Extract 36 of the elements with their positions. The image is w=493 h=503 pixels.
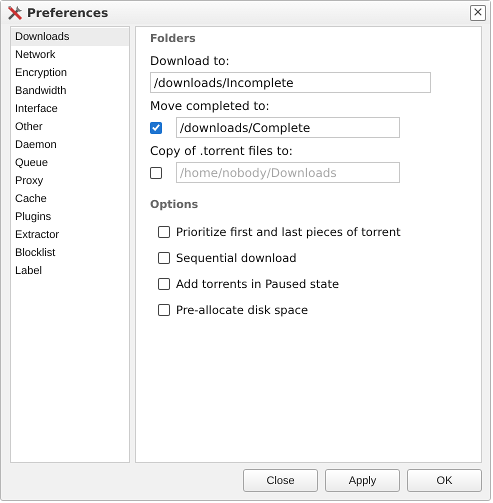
path-field[interactable]: /downloads/Complete <box>176 117 400 138</box>
dialog-button[interactable]: OK <box>407 469 482 492</box>
close-button[interactable]: × <box>470 4 486 20</box>
option-label: Prioritize first and last pieces of torrent <box>176 225 401 239</box>
dialog-button[interactable]: Close <box>243 469 318 492</box>
sidebar-item[interactable]: Plugins <box>11 208 129 226</box>
sidebar-item[interactable]: Daemon <box>11 136 129 154</box>
option-label: Pre-allocate disk space <box>176 303 308 317</box>
field-label: Move completed to: <box>150 99 271 113</box>
checkbox[interactable] <box>158 226 170 238</box>
window-title: Preferences <box>27 6 110 20</box>
sidebar-item[interactable]: Proxy <box>11 172 129 190</box>
sidebar-item[interactable]: Queue <box>11 154 129 172</box>
field-label: Copy of .torrent files to: <box>150 144 294 158</box>
checkbox[interactable] <box>158 252 170 264</box>
sidebar-item[interactable]: Extractor <box>11 226 129 244</box>
section-heading: Folders <box>150 32 197 45</box>
sidebar-item[interactable]: Downloads <box>11 28 129 46</box>
checkbox[interactable] <box>158 304 170 316</box>
sidebar-item[interactable]: Cache <box>11 190 129 208</box>
tools-icon <box>6 4 24 22</box>
path-field[interactable]: /downloads/Incomplete <box>150 72 431 93</box>
field-label: Download to: <box>150 54 231 68</box>
dialog-button[interactable]: Apply <box>325 469 400 492</box>
checkbox[interactable] <box>150 122 162 134</box>
sidebar-item[interactable]: Network <box>11 46 129 64</box>
section-heading: Options <box>150 198 200 211</box>
sidebar-item[interactable]: Bandwidth <box>11 82 129 100</box>
option-label: Add torrents in Paused state <box>176 277 340 291</box>
sidebar-item[interactable]: Label <box>11 262 129 280</box>
sidebar-item[interactable]: Encryption <box>11 64 129 82</box>
checkbox[interactable] <box>158 278 170 290</box>
sidebar-item[interactable]: Interface <box>11 100 129 118</box>
option-label: Sequential download <box>176 251 297 265</box>
sidebar-item[interactable]: Blocklist <box>11 244 129 262</box>
sidebar-item[interactable]: Other <box>11 118 129 136</box>
